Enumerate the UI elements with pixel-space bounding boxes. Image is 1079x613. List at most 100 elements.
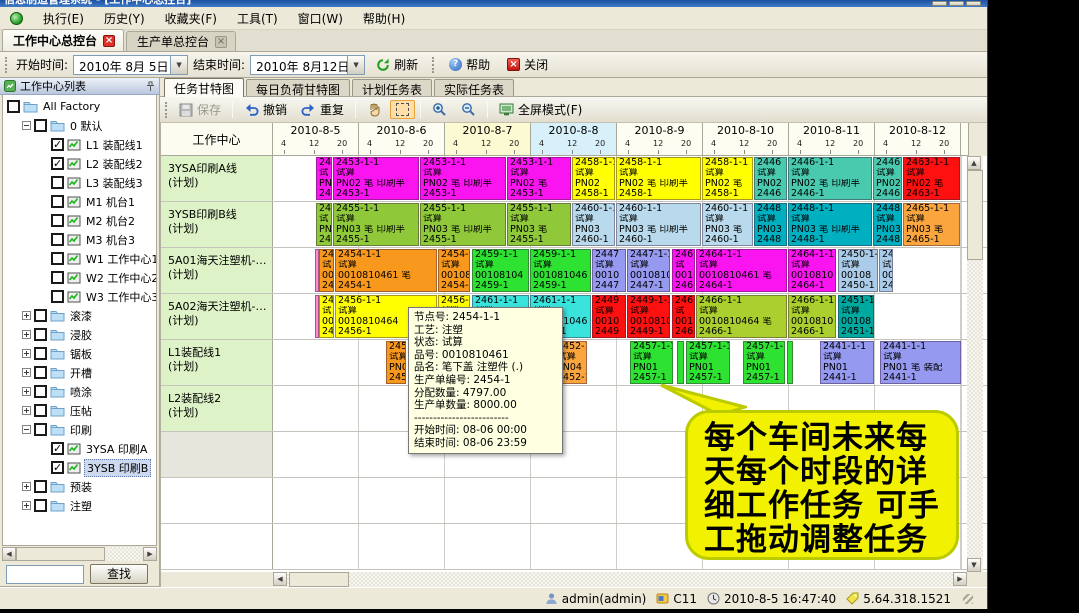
gantt-task-bar[interactable]: 2454-1-1试算001082454-1	[438, 249, 470, 292]
gantt-task-bar[interactable]: 2463-1-1试算PN02 笔2463-1	[903, 157, 960, 200]
start-date-dropdown-button[interactable]: ▼	[170, 56, 187, 74]
gantt-task-bar[interactable]: 2449-1-1试算0010810462449-1	[627, 295, 670, 338]
gantt-task-bar[interactable]: 24试PN24	[316, 203, 332, 246]
undo-button[interactable]: 撤销	[238, 98, 293, 121]
tree-checkbox[interactable]: ✓	[51, 442, 64, 455]
menu-item[interactable]: 历史(Y)	[94, 8, 155, 29]
menu-item[interactable]: 窗口(W)	[288, 8, 353, 29]
refresh-button[interactable]: 刷新	[370, 53, 424, 76]
tree-checkbox[interactable]	[34, 347, 47, 360]
gantt-task-bar[interactable]: 2464-1-1试算0010810461 笔2464-1	[696, 249, 787, 292]
gantt-task-bar[interactable]: 245试算PN0245	[386, 341, 406, 384]
gantt-task-bar[interactable]: 2446试算PN022446	[754, 157, 787, 200]
gantt-task-bar[interactable]: 24试PN24	[316, 157, 332, 200]
tree-checkbox[interactable]	[34, 423, 47, 436]
zoom-in-button[interactable]	[426, 99, 453, 120]
gantt-task-bar[interactable]: 2446试算PN022446	[873, 157, 902, 200]
expand-plus-icon[interactable]	[22, 501, 31, 510]
expand-plus-icon[interactable]	[22, 406, 31, 415]
gantt-task-bar[interactable]: 2453-1-1试算PN02 笔2453-1	[507, 157, 571, 200]
tree-checkbox[interactable]	[51, 233, 64, 246]
tree-checkbox[interactable]	[34, 309, 47, 322]
gantt-task-bar[interactable]: 2458-1-1试算PN02 笔2458-1	[702, 157, 753, 200]
expand-plus-icon[interactable]	[22, 482, 31, 491]
tab-close-icon[interactable]: ×	[215, 36, 227, 48]
view-tab[interactable]: 任务甘特图	[164, 78, 244, 97]
gantt-task-bar[interactable]: 2448-1-1试算PN03 笔 印刷半2448-1	[788, 203, 872, 246]
tree-item[interactable]: ✓3YSA 印刷A	[3, 439, 156, 458]
minimize-button[interactable]	[932, 1, 947, 6]
gantt-task-bar[interactable]: 2450-1-1试算001082450-1	[838, 249, 878, 292]
menu-item[interactable]: 帮助(H)	[353, 8, 415, 29]
tree-item[interactable]: L3 装配线3	[3, 173, 156, 192]
tree-hscrollbar[interactable]: ◀ ▶	[2, 547, 157, 561]
find-input[interactable]	[6, 565, 84, 584]
tree-item[interactable]: ✓L1 装配线1	[3, 135, 156, 154]
gantt-task-bar[interactable]: 2458-1-1试算PN022458-1	[572, 157, 615, 200]
gantt-task-bar[interactable]: 2453-1-1试算PN02 笔 印刷半2453-1	[420, 157, 506, 200]
marquee-select-button[interactable]	[390, 100, 415, 119]
gantt-task-bar[interactable]: 2448试算PN032448	[873, 203, 902, 246]
gantt-hscrollbar-thumb[interactable]	[289, 572, 349, 587]
gantt-task-bar[interactable]: 2455-1-1试算PN03 笔 印刷半2455-1	[420, 203, 506, 246]
resize-grip[interactable]	[963, 594, 973, 604]
expand-plus-icon[interactable]	[22, 311, 31, 320]
gantt-task-bar[interactable]: 2454-1-1试算0010810461 笔2454-1	[335, 249, 437, 292]
gantt-task-bar[interactable]: 2466-1-1试算00108102466-1	[788, 295, 836, 338]
tree-checkbox[interactable]	[51, 252, 64, 265]
tree-item[interactable]: 浸胶	[3, 325, 156, 344]
gantt-task-bar[interactable]: 2460-1-1试算PN03 笔2460-1	[702, 203, 753, 246]
gantt-task-bar[interactable]: 246试001246	[672, 295, 695, 338]
tree-item[interactable]: M3 机台3	[3, 230, 156, 249]
tree-item[interactable]: All Factory	[3, 97, 156, 116]
title-bar[interactable]: 信息制造管理系统 - [工作中心总控台]	[0, 0, 987, 7]
save-button[interactable]: 保存	[173, 98, 227, 121]
pan-tool-button[interactable]	[361, 99, 388, 120]
end-date-dropdown-button[interactable]: ▼	[347, 56, 364, 74]
gantt-task-bar[interactable]: 2441-1-1试算PN012441-1	[820, 341, 874, 384]
gantt-task-bar[interactable]: 2447试算00102447	[592, 249, 626, 292]
gantt-task-bar[interactable]: 246试001246	[672, 249, 695, 292]
gantt-task-bar[interactable]: 2466-1-1试算0010810464 笔2466-1	[696, 295, 787, 338]
gantt-hscrollbar[interactable]: ◀ ▶	[273, 572, 967, 587]
gantt-task-bar[interactable]	[677, 341, 684, 384]
scroll-left-icon[interactable]: ◀	[273, 572, 287, 586]
gantt-task-bar[interactable]: 24试0024	[879, 249, 893, 292]
gantt-task-bar[interactable]: 2460-1-1试算PN032460-1	[572, 203, 615, 246]
scroll-up-icon[interactable]: ▲	[967, 156, 981, 170]
tree-item[interactable]: 压帖	[3, 401, 156, 420]
tree-checkbox[interactable]	[51, 214, 64, 227]
gantt-task-bar[interactable]: 2457-1-1试算PN012457-1	[743, 341, 785, 384]
tree-checkbox[interactable]: ✓	[51, 157, 64, 170]
collapse-minus-icon[interactable]	[22, 425, 31, 434]
gantt-task-bar[interactable]: 2455-1-1试算PN03 笔2455-1	[507, 203, 571, 246]
gantt-task-bar[interactable]: 2457-1-1试算PN012457-1	[630, 341, 673, 384]
gantt-row-track[interactable]: 24试PN24 2453-1-1试算PN02 笔 印刷半2453-12453-1-…	[273, 156, 961, 201]
tree-checkbox[interactable]	[34, 385, 47, 398]
tree-item[interactable]: 滚漆	[3, 306, 156, 325]
tree-hscrollbar-track[interactable]	[16, 547, 143, 561]
zoom-out-button[interactable]	[455, 99, 482, 120]
gantt-vscrollbar[interactable]: ▲ ▼	[967, 156, 983, 572]
gantt-task-bar[interactable]: 2448试算PN032448	[754, 203, 787, 246]
gantt-task-bar[interactable]: 2451-1-1试算001082451-1	[838, 295, 874, 338]
gantt-task-bar[interactable]: 2455-1-1试算PN03 笔 印刷半2455-1	[333, 203, 419, 246]
tree-checkbox[interactable]	[34, 404, 47, 417]
tree-item[interactable]: 喷涂	[3, 382, 156, 401]
expand-plus-icon[interactable]	[22, 387, 31, 396]
gantt-task-bar[interactable]: 2459-1-1试算0010810462459-1	[530, 249, 591, 292]
tree-checkbox[interactable]	[51, 176, 64, 189]
expand-plus-icon[interactable]	[22, 349, 31, 358]
gantt-task-bar[interactable]: 2458-1-1试算PN02 笔 印刷半2458-1	[616, 157, 701, 200]
gantt-task-bar[interactable]: 2446-1-1试算PN02 笔 印刷半2446-1	[788, 157, 872, 200]
maximize-button[interactable]	[949, 1, 964, 6]
gantt-vscrollbar-track[interactable]	[967, 170, 983, 558]
gantt-task-bar[interactable]: 245试001245	[319, 295, 334, 338]
gantt-task-bar[interactable]: 2449试算00102449	[592, 295, 626, 338]
scroll-right-icon[interactable]: ▶	[143, 547, 157, 561]
tree-checkbox[interactable]	[34, 366, 47, 379]
close-view-button[interactable]: × 关闭	[501, 53, 554, 76]
tree-checkbox[interactable]	[34, 119, 47, 132]
menu-item[interactable]: 工具(T)	[227, 8, 288, 29]
gantt-task-bar[interactable]: 245试001245	[319, 249, 334, 292]
